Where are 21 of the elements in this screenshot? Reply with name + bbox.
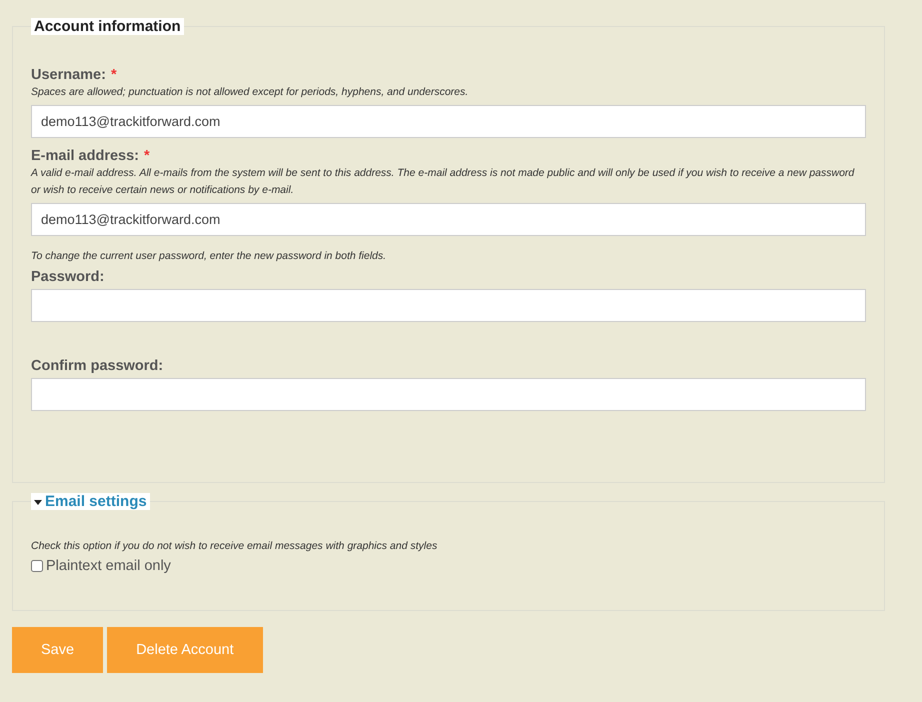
required-mark: *	[110, 67, 117, 83]
checkbox[interactable]	[31, 560, 43, 572]
field-label: Confirm password:	[31, 358, 164, 374]
input-field[interactable]	[31, 289, 866, 322]
required-mark: *	[144, 148, 150, 164]
delete-account-button[interactable]: Delete Account	[107, 627, 263, 673]
input-field[interactable]: demo113@trackitforward.com	[31, 203, 866, 236]
section-toggle[interactable]: Email settings	[31, 493, 150, 510]
field-label: E-mail address:	[31, 148, 139, 164]
input-field[interactable]: demo113@trackitforward.com	[31, 105, 866, 138]
checkbox-label: Plaintext email only	[46, 558, 171, 574]
option-description: Check this option if you do not wish to receive email messages with graphics and styles	[31, 539, 438, 554]
field-description: Spaces are allowed; punctuation is not allowed except for periods, hyphens, and underscores.	[31, 85, 470, 100]
field-note: To change the current user password, enter the new password in both fields.	[31, 249, 388, 264]
caret-icon	[34, 500, 42, 505]
input-field[interactable]	[31, 378, 866, 411]
field-description: A valid e-mail address. All e-mails from the system will be sent to this address. The e-mail address is not made public and will only be used if you wish to receive a new password or wish to receive certain news or notifications by e-mail.	[31, 166, 856, 198]
field-label: Username:	[31, 67, 106, 83]
section-title: Account information	[31, 18, 184, 35]
save-button[interactable]: Save	[12, 627, 104, 673]
field-label: Password:	[31, 269, 104, 285]
